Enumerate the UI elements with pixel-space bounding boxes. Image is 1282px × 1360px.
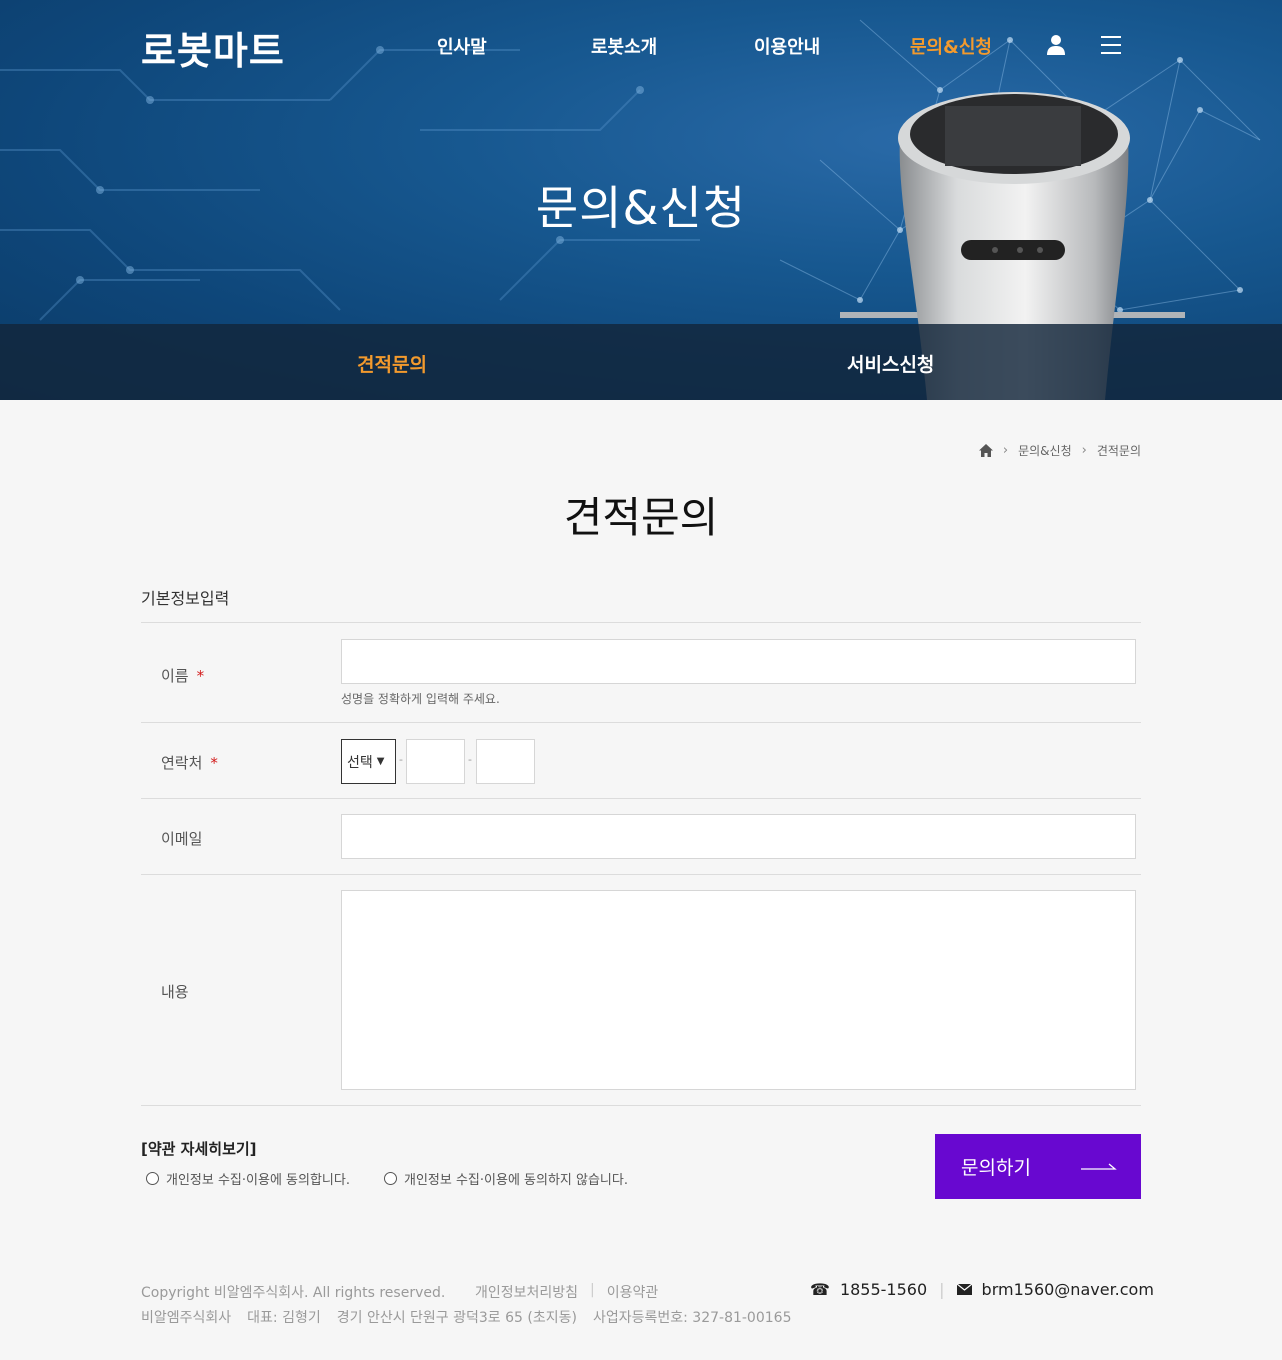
hero-banner: 로봇마트 인사말 로봇소개 이용안내 문의&신청 문의&신청 견적문의 서비스신… xyxy=(0,0,1282,400)
business-number: 사업자등록번호: 327-81-00165 xyxy=(592,1310,792,1326)
phone-dash: - xyxy=(399,753,403,766)
company-info: 비알엠주식회사 대표: 김형기 경기 안산시 단원구 광덕3로 65 (초지동)… xyxy=(141,1307,807,1327)
estimate-form: 이름 * 성명을 정확하게 입력해 주세요. 연락처 * 선택 ▼ - - 이메일 내… xyxy=(141,622,1141,1106)
chevron-down-icon: ▼ xyxy=(376,756,385,767)
radio-circle-icon xyxy=(146,1172,159,1185)
name-hint: 성명을 정확하게 입력해 주세요. xyxy=(341,692,500,706)
nav-item-inquiry[interactable]: 문의&신청 xyxy=(910,33,992,59)
form-row-content: 내용 xyxy=(141,875,1141,1106)
phone-dash: - xyxy=(468,753,472,766)
section-label: 기본정보입력 xyxy=(141,589,230,608)
nav-item-usage-guide[interactable]: 이용안내 xyxy=(754,33,820,59)
nav-item-robot-intro[interactable]: 로봇소개 xyxy=(591,33,657,59)
breadcrumb-item-current: 견적문의 xyxy=(1096,444,1141,458)
mail-icon xyxy=(956,1284,972,1295)
name-input[interactable] xyxy=(341,639,1136,684)
site-logo[interactable]: 로봇마트 xyxy=(141,20,285,75)
disagree-radio[interactable]: 개인정보 수집·이용에 동의하지 않습니다. xyxy=(384,1169,628,1188)
user-icon[interactable] xyxy=(1046,34,1066,56)
content-label: 내용 xyxy=(161,983,189,1001)
arrow-right-icon xyxy=(1081,1163,1117,1170)
privacy-policy-link[interactable]: 개인정보처리방침 xyxy=(475,1282,578,1302)
hamburger-menu-icon[interactable] xyxy=(1101,36,1121,54)
radio-circle-icon xyxy=(384,1172,397,1185)
chevron-right-icon: › xyxy=(1081,443,1087,458)
company-ceo: 대표: 김형기 xyxy=(247,1310,321,1326)
nav-item-greeting[interactable]: 인사말 xyxy=(437,33,487,59)
submit-label: 문의하기 xyxy=(961,1157,1031,1179)
copyright: Copyright 비알엠주식회사. All rights reserved. xyxy=(141,1285,446,1301)
phone-prefix-select[interactable]: 선택 ▼ xyxy=(341,739,396,784)
agree-radio-label: 개인정보 수집·이용에 동의합니다. xyxy=(166,1173,350,1188)
terms-link[interactable]: 이용약관 xyxy=(607,1282,659,1302)
email-label: 이메일 xyxy=(161,830,203,848)
content-textarea[interactable] xyxy=(341,890,1136,1090)
email-input[interactable] xyxy=(341,814,1136,859)
form-row-phone: 연락처 * 선택 ▼ - - xyxy=(141,723,1141,799)
phone-last-input[interactable] xyxy=(476,739,535,784)
company-address: 경기 안산시 단원구 광덕3로 65 (초지동) xyxy=(336,1310,577,1326)
breadcrumb-item[interactable]: 문의&신청 xyxy=(1018,442,1072,459)
subnav-item-service-request[interactable]: 서비스신청 xyxy=(847,350,934,377)
company-name: 비알엠주식회사 xyxy=(141,1310,232,1326)
phone-label: 연락처 * xyxy=(161,754,218,772)
form-row-email: 이메일 xyxy=(141,799,1141,875)
subnav-item-estimate[interactable]: 견적문의 xyxy=(357,350,427,377)
terms-detail-link[interactable]: [약관 자세히보기] xyxy=(141,1138,257,1159)
agree-radio[interactable]: 개인정보 수집·이용에 동의합니다. xyxy=(146,1169,350,1188)
breadcrumb: › 문의&신청 › 견적문의 xyxy=(978,442,1141,459)
footer-contact: ☎ 1855-1560 | brm1560@naver.com xyxy=(810,1280,1154,1299)
page-title: 견적문의 xyxy=(563,493,719,542)
home-icon[interactable] xyxy=(978,444,993,457)
name-label: 이름 * xyxy=(161,667,205,685)
footer-links: 개인정보처리방침 | 이용약관 xyxy=(475,1282,659,1302)
form-row-name: 이름 * 성명을 정확하게 입력해 주세요. xyxy=(141,623,1141,723)
chevron-right-icon: › xyxy=(1002,443,1009,458)
hero-title: 문의&신청 xyxy=(535,181,747,235)
sub-nav: 견적문의 서비스신청 xyxy=(0,324,1282,400)
footer-email[interactable]: brm1560@naver.com xyxy=(982,1280,1154,1299)
submit-inquiry-button[interactable]: 문의하기 xyxy=(935,1134,1141,1199)
footer-phone[interactable]: 1855-1560 xyxy=(840,1280,927,1299)
phone-icon: ☎ xyxy=(810,1280,830,1299)
phone-middle-input[interactable] xyxy=(406,739,465,784)
disagree-radio-label: 개인정보 수집·이용에 동의하지 않습니다. xyxy=(404,1173,628,1188)
